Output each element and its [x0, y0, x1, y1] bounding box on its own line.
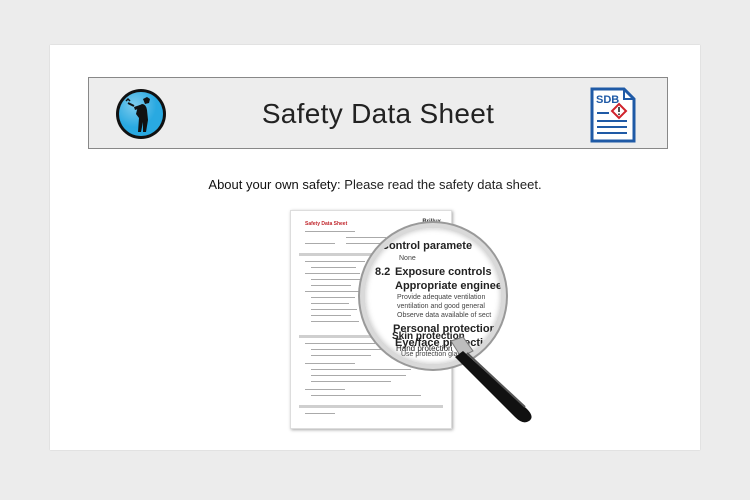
- doc-line: [311, 321, 359, 323]
- magnified-line: Observe data available of sect: [397, 312, 492, 319]
- magnified-section-number: 8.2: [375, 266, 391, 278]
- doc-line: [305, 389, 345, 391]
- doc-line: [311, 303, 349, 305]
- doc-line: [305, 231, 355, 233]
- doc-line: [311, 285, 351, 287]
- doc-line: [311, 315, 351, 317]
- intro-bold: About your own safety:: [208, 177, 341, 192]
- doc-line: [311, 355, 371, 357]
- magnified-line: Exposure controls: [395, 266, 492, 278]
- magnified-line: Provide adequate ventilation: [397, 294, 486, 301]
- doc-line: [311, 381, 391, 383]
- doc-line: [311, 297, 355, 299]
- doc-line: [305, 261, 365, 263]
- page-title: Safety Data Sheet: [261, 98, 495, 129]
- doc-line: [305, 343, 375, 345]
- doc-line: [305, 291, 363, 293]
- doc-line: [311, 369, 411, 371]
- intro-text: About your own safety: Please read the s…: [50, 177, 700, 192]
- document-title: Safety Data Sheet: [305, 221, 348, 227]
- magnified-line: ventilation and good general: [397, 303, 485, 310]
- doc-line: [311, 309, 357, 311]
- doc-line: [305, 363, 355, 365]
- doc-line: [311, 267, 356, 269]
- sdb-label: SDB: [596, 94, 619, 106]
- doc-line: [311, 375, 406, 377]
- doc-line: [305, 413, 335, 415]
- content-card: Safety Data Sheet SDB About your own saf…: [50, 45, 700, 450]
- doc-line: [346, 237, 386, 239]
- sdb-document-icon: SDB: [589, 86, 637, 144]
- doc-line: [305, 273, 360, 275]
- doc-line: [305, 243, 335, 245]
- doc-section-band: [299, 405, 443, 408]
- magnified-line: Appropriate engineer: [395, 280, 506, 292]
- magnified-line: Control paramete: [381, 240, 473, 252]
- header-banner: Safety Data Sheet SDB: [88, 77, 668, 149]
- doc-line: [311, 395, 421, 397]
- doc-line: [311, 279, 361, 281]
- magnified-line: None: [399, 255, 416, 262]
- magnifier-handle-icon: [445, 335, 545, 425]
- doc-line: [346, 243, 381, 245]
- intro-body: Please read the safety data sheet.: [344, 177, 542, 192]
